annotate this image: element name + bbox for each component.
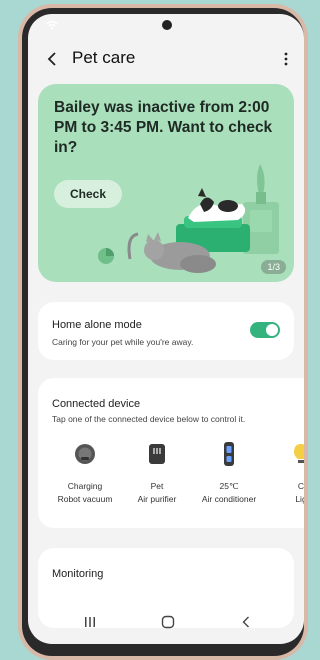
system-nav-bar — [28, 611, 304, 633]
back-icon — [242, 616, 249, 628]
connected-device-card: Connected device Tap one of the connecte… — [38, 378, 304, 528]
wifi-icon — [46, 20, 58, 30]
device-status: 25℃ — [219, 481, 239, 491]
device-light[interactable]: C Lig — [266, 440, 304, 506]
device-air-purifier[interactable]: Pet Air purifier — [122, 440, 192, 506]
robot-vacuum-icon — [75, 444, 95, 464]
pet-activity-banner[interactable]: Bailey was inactive from 2:00 PM to 3:45… — [38, 84, 294, 282]
device-name: Robot vacuum — [57, 494, 113, 504]
back-nav-button[interactable] — [226, 611, 266, 633]
device-name: Air purifier — [137, 494, 177, 504]
device-name: Air conditioner — [201, 494, 257, 504]
device-status: Charging — [67, 481, 103, 491]
app-bar: Pet care — [28, 46, 304, 72]
air-conditioner-icon — [224, 442, 234, 466]
toggle-knob — [266, 324, 278, 336]
device-status: C — [297, 481, 304, 491]
home-button[interactable] — [148, 611, 188, 633]
more-options-button[interactable] — [276, 46, 296, 72]
page-indicator: 1/3 — [261, 260, 286, 274]
home-alone-subtitle: Caring for your pet while you're away. — [52, 337, 194, 347]
device-air-conditioner[interactable]: 25℃ Air conditioner — [194, 440, 264, 506]
monitoring-title: Monitoring — [52, 568, 104, 580]
recent-apps-button[interactable] — [70, 611, 110, 633]
home-alone-card[interactable]: Home alone mode Caring for your pet whil… — [38, 302, 294, 360]
banner-message: Bailey was inactive from 2:00 PM to 3:45… — [54, 99, 273, 156]
home-icon — [161, 615, 175, 629]
back-button[interactable] — [40, 46, 64, 72]
recent-apps-icon — [85, 617, 95, 627]
front-camera — [162, 20, 172, 30]
home-alone-title: Home alone mode — [52, 319, 142, 331]
air-purifier-icon — [149, 444, 165, 464]
pet-sleeping-illustration — [98, 164, 279, 273]
screen: Pet care Bailey was inactive from 2:00 P… — [28, 14, 304, 644]
chevron-left-icon — [47, 52, 56, 66]
connected-device-subtitle: Tap one of the connected device below to… — [52, 414, 246, 424]
home-alone-toggle[interactable] — [250, 322, 280, 338]
device-status: Pet — [150, 481, 164, 491]
page-title: Pet care — [72, 48, 136, 67]
light-icon — [294, 444, 304, 463]
device-robot-vacuum[interactable]: Charging Robot vacuum — [50, 440, 120, 506]
more-vertical-icon — [284, 52, 288, 66]
connected-device-title: Connected device — [52, 398, 141, 410]
device-name: Lig — [295, 494, 304, 504]
